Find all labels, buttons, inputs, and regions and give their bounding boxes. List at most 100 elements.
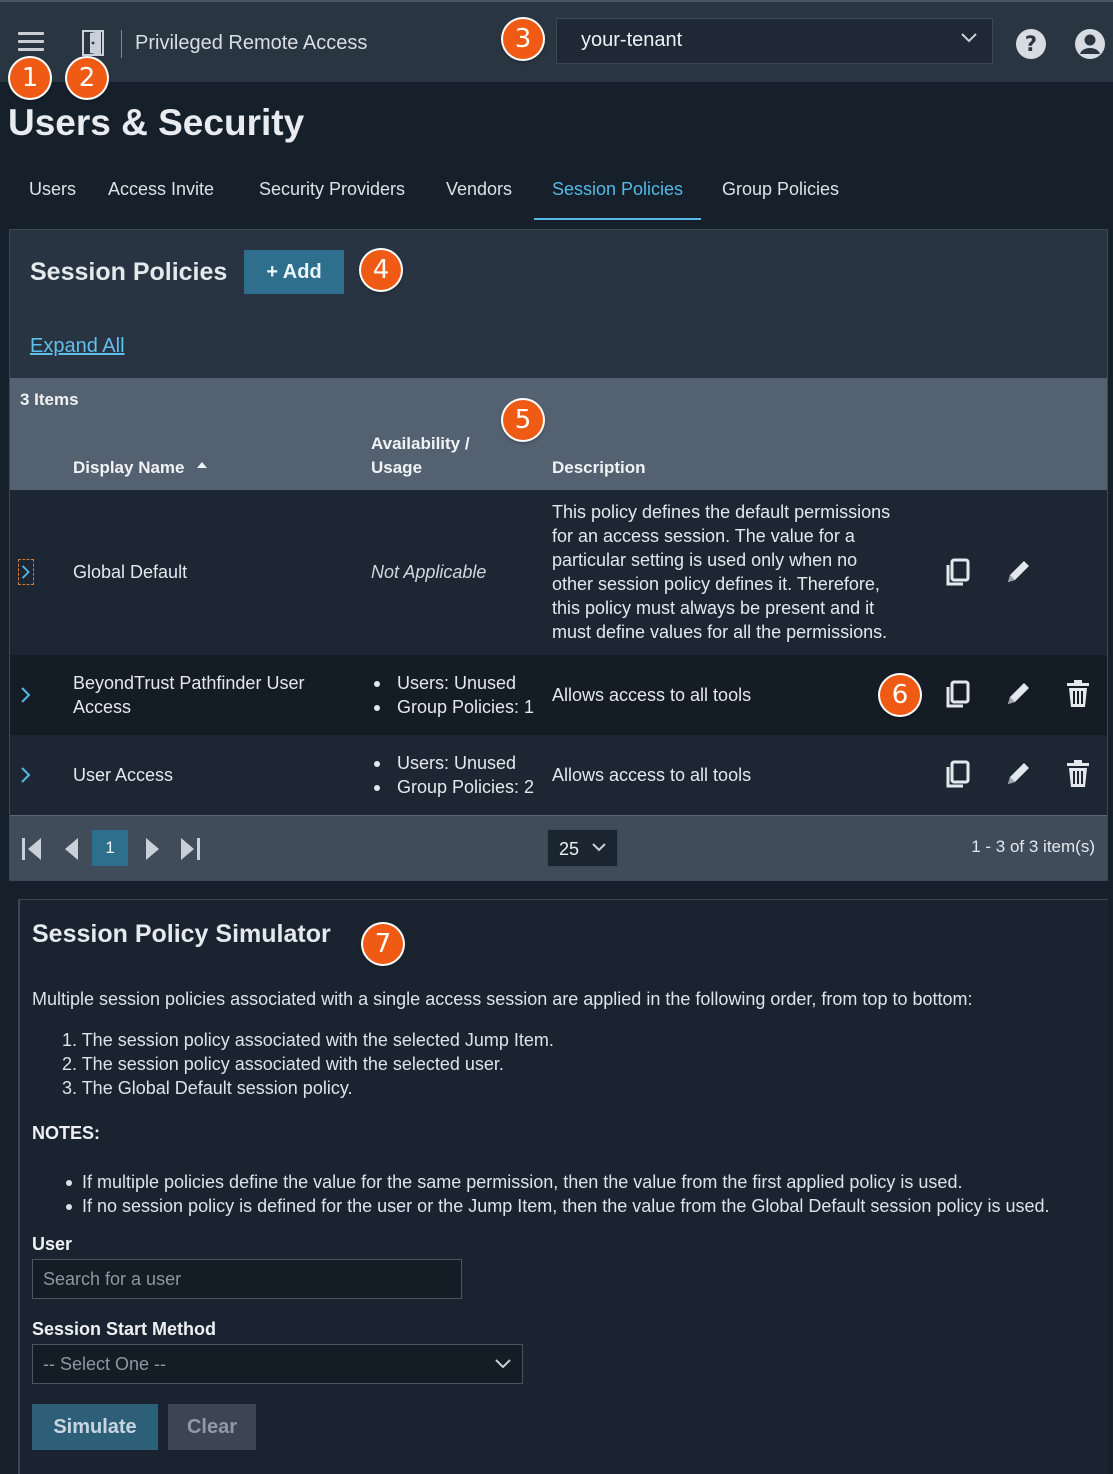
edit-pencil-icon[interactable] (1003, 678, 1033, 710)
policy-order-list: 1. The session policy associated with th… (62, 1028, 554, 1100)
trash-icon[interactable] (1063, 758, 1093, 790)
session-policies-title: Session Policies (30, 258, 228, 286)
clear-button[interactable]: Clear (168, 1404, 256, 1450)
grid-header: 3 Items 5 Display Name Availability / Us… (10, 378, 1107, 490)
chevron-down-icon (961, 33, 977, 43)
chevron-right-icon[interactable] (18, 762, 34, 788)
chevron-down-icon (592, 843, 606, 852)
last-page-icon[interactable] (178, 836, 202, 862)
tab-users[interactable]: Users (10, 166, 95, 220)
callout-marker-7: 7 (363, 924, 403, 964)
page-title: Users & Security (8, 102, 305, 143)
simulate-button[interactable]: Simulate (32, 1404, 158, 1450)
callout-marker-2: 2 (67, 58, 107, 98)
usage-users: Users: Unused (371, 671, 534, 695)
table-row: BeyondTrust Pathfinder User Access Users… (10, 655, 1107, 735)
order-item: 1. The session policy associated with th… (62, 1030, 554, 1050)
column-availability-label: Availability / (371, 434, 470, 453)
row-display-name: BeyondTrust Pathfinder User Access (73, 671, 304, 719)
first-page-icon[interactable] (20, 836, 44, 862)
svg-text:?: ? (1025, 32, 1037, 56)
simulator-title: Session Policy Simulator (32, 920, 331, 948)
notes-heading: NOTES: (32, 1123, 101, 1143)
table-row: Global Default Not Applicable This polic… (10, 490, 1107, 655)
tab-vendors[interactable]: Vendors (446, 166, 512, 220)
tenant-select[interactable]: your-tenant (556, 18, 993, 64)
row-usage: Users: Unused Group Policies: 1 (371, 671, 534, 719)
column-display-name-label: Display Name (73, 458, 185, 477)
display-name-line: Access (73, 697, 132, 717)
items-count: 3 Items (20, 390, 79, 409)
app-title: Privileged Remote Access (135, 32, 368, 54)
description-line: other session policy defines it. Therefo… (552, 574, 880, 594)
order-item: 2. The session policy associated with th… (62, 1054, 504, 1074)
session-start-method-value: -- Select One -- (43, 1354, 167, 1374)
order-item: 3. The Global Default session policy. (62, 1078, 353, 1098)
row-description: This policy defines the default permissi… (552, 500, 922, 644)
copy-icon[interactable] (943, 758, 973, 790)
copy-icon[interactable] (943, 556, 973, 588)
item-count-text: 1 - 3 of 3 item(s) (971, 837, 1095, 856)
notes-list: If multiple policies define the value fo… (64, 1170, 1050, 1218)
callout-marker-4: 4 (361, 250, 401, 290)
tab-security-providers[interactable]: Security Providers (259, 166, 405, 220)
note-item: If no session policy is defined for the … (64, 1194, 1050, 1218)
tab-group-policies[interactable]: Group Policies (722, 166, 839, 220)
usage-group-policies: Group Policies: 1 (371, 695, 534, 719)
previous-page-icon[interactable] (60, 836, 84, 862)
tenant-value: your-tenant (581, 29, 683, 51)
user-label: User (32, 1234, 73, 1254)
description-line: for an access session. The value for a (552, 526, 855, 546)
tab-access-invite[interactable]: Access Invite (108, 166, 214, 220)
page-size-value: 25 (559, 839, 580, 859)
door-icon[interactable] (82, 30, 104, 56)
session-start-method-select[interactable]: -- Select One -- (32, 1344, 523, 1384)
chevron-down-icon (495, 1359, 511, 1369)
usage-group-policies: Group Policies: 2 (371, 775, 534, 799)
expand-all-link[interactable]: Expand All (30, 335, 125, 358)
row-description: Allows access to all tools (552, 685, 752, 705)
add-button[interactable]: + Add (244, 250, 344, 294)
usage-users: Users: Unused (371, 751, 534, 775)
callout-marker-6: 6 (880, 675, 920, 715)
help-icon[interactable]: ? (1015, 28, 1047, 60)
description-line: This policy defines the default permissi… (552, 502, 891, 522)
next-page-icon[interactable] (140, 836, 164, 862)
row-description: Allows access to all tools (552, 765, 752, 785)
user-account-icon[interactable] (1074, 28, 1106, 60)
pager: 1 25 1 - 3 of 3 item(s) (10, 815, 1107, 880)
column-header-description[interactable]: Description (552, 456, 646, 480)
description-line: must define values for all the permissio… (552, 622, 888, 642)
column-usage-label: Usage (371, 458, 423, 477)
session-policy-simulator: Session Policy Simulator 7 Multiple sess… (18, 899, 1108, 1474)
tab-session-policies[interactable]: Session Policies (534, 166, 701, 220)
column-header-availability[interactable]: Availability / Usage (371, 432, 470, 480)
edit-pencil-icon[interactable] (1003, 758, 1033, 790)
copy-icon[interactable] (943, 678, 973, 710)
sort-ascending-icon (197, 462, 208, 468)
page-size-select[interactable]: 25 (547, 829, 618, 867)
row-display-name: Global Default (73, 562, 188, 582)
callout-marker-5: 5 (503, 400, 543, 440)
callout-marker-1: 1 (10, 58, 50, 98)
chevron-right-icon[interactable] (18, 559, 34, 585)
note-item: If multiple policies define the value fo… (64, 1170, 1050, 1194)
user-search-input[interactable] (32, 1259, 462, 1299)
trash-icon[interactable] (1063, 678, 1093, 710)
display-name-line: BeyondTrust Pathfinder User (73, 673, 305, 693)
row-availability: Not Applicable (371, 562, 487, 582)
table-row: User Access Users: Unused Group Policies… (10, 735, 1107, 815)
simulator-intro: Multiple session policies associated wit… (32, 989, 973, 1009)
row-display-name: User Access (73, 765, 174, 785)
edit-pencil-icon[interactable] (1003, 556, 1033, 588)
session-start-method-label: Session Start Method (32, 1319, 217, 1339)
hamburger-menu-icon[interactable] (18, 32, 44, 54)
current-page[interactable]: 1 (92, 830, 128, 866)
top-bar: Privileged Remote Access your-tenant ? (0, 0, 1113, 82)
header-divider (121, 30, 122, 58)
session-policies-panel: Session Policies + Add 4 Expand All 3 It… (9, 229, 1108, 881)
description-line: this policy must always be present and i… (552, 598, 875, 618)
chevron-right-icon[interactable] (18, 682, 34, 708)
column-header-display-name[interactable]: Display Name (73, 456, 209, 480)
row-usage: Users: Unused Group Policies: 2 (371, 751, 534, 799)
